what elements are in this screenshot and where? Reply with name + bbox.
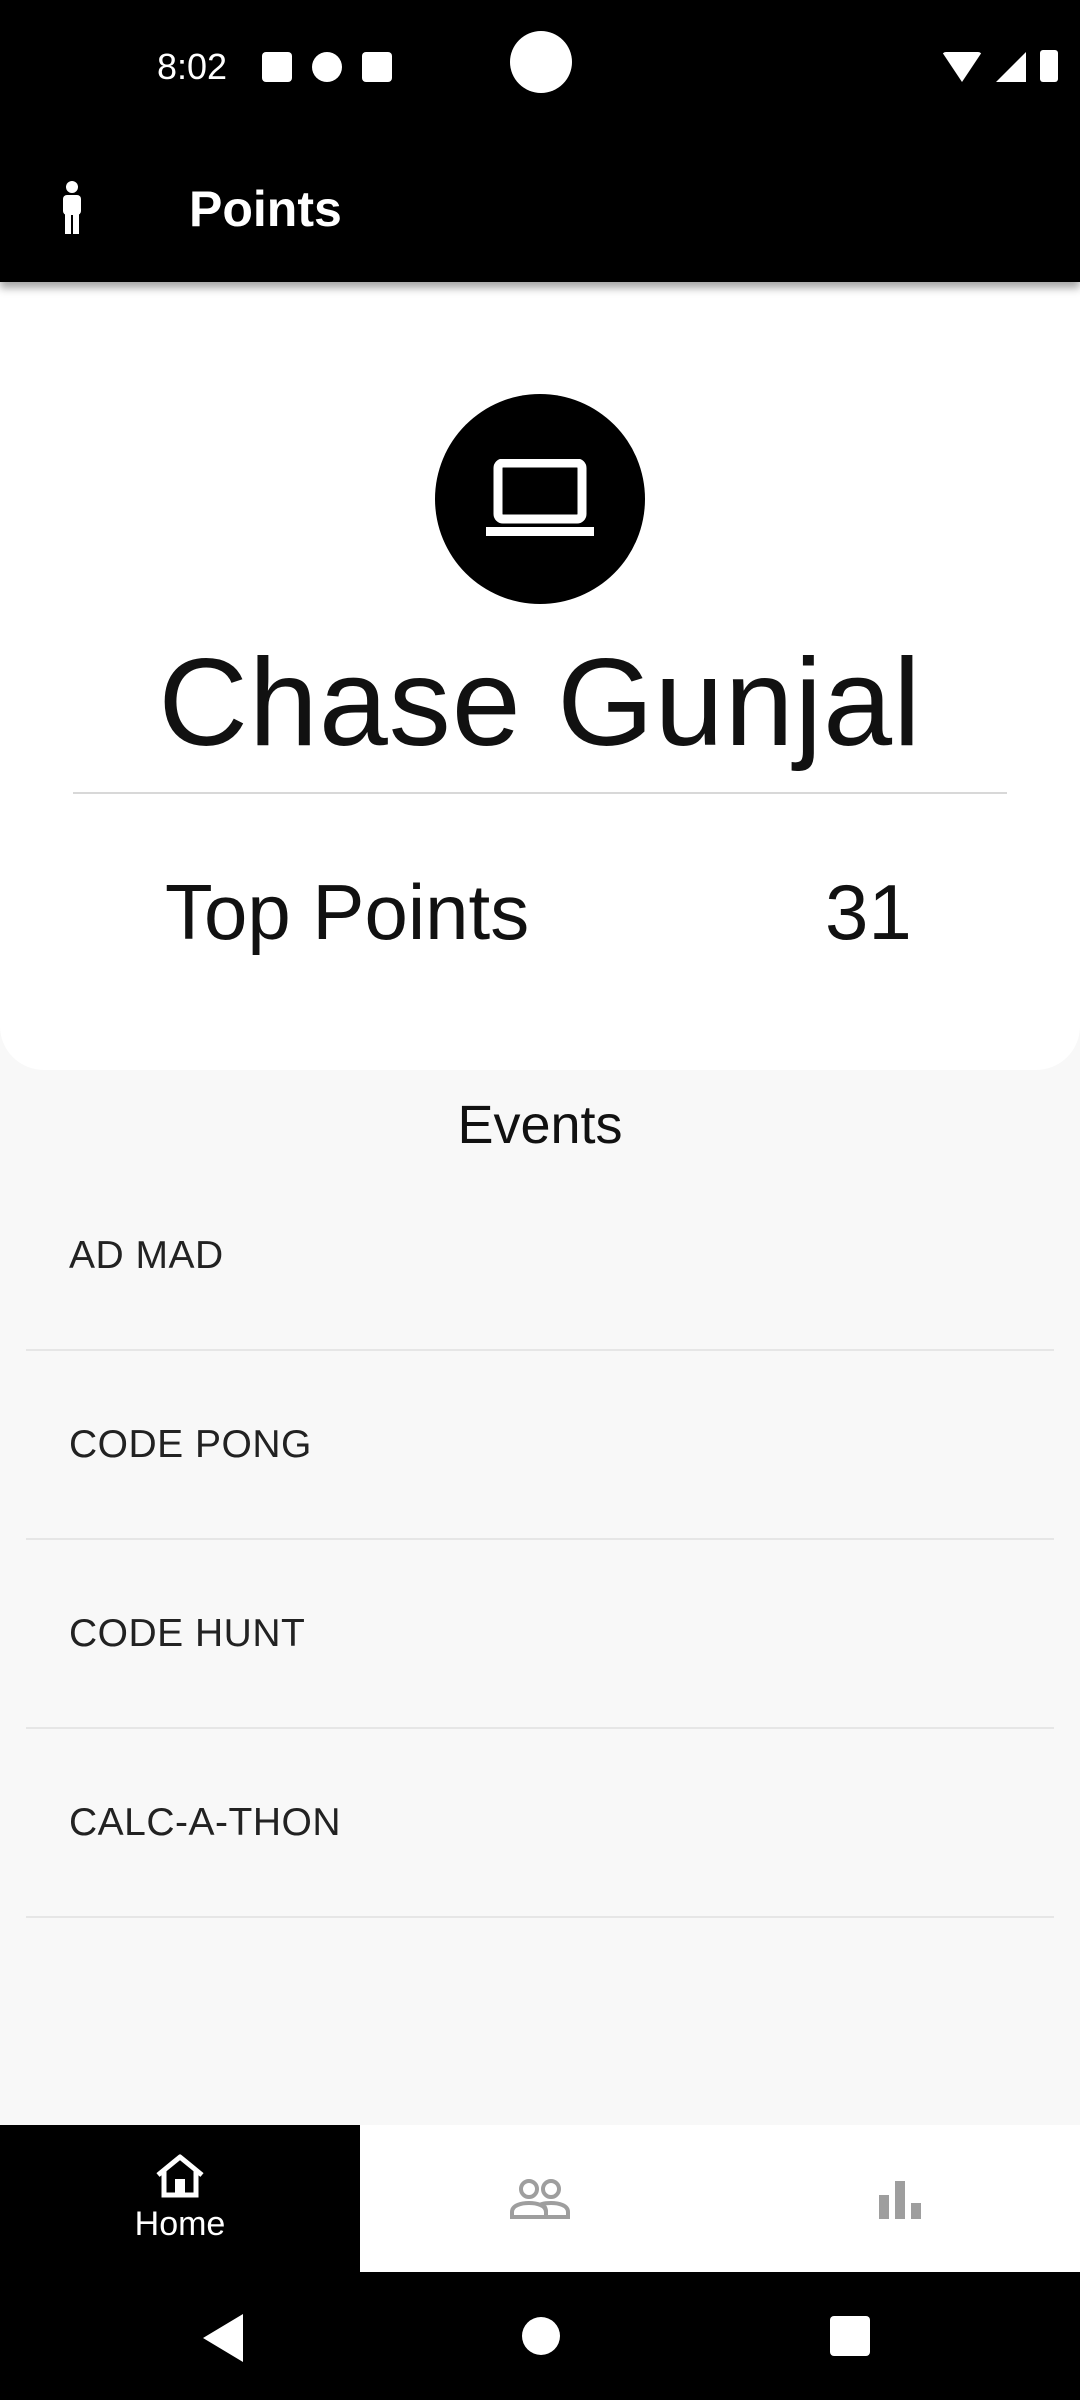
event-item-calc-a-thon[interactable]: CALC-A-THON	[26, 1729, 1054, 1918]
avatar	[435, 394, 645, 604]
keyboard-a-icon	[262, 52, 292, 82]
back-icon[interactable]	[203, 2314, 243, 2362]
divider	[73, 792, 1007, 794]
event-label: CODE HUNT	[69, 1611, 306, 1655]
top-points-label: Top Points	[165, 868, 530, 956]
page-title: Points	[189, 181, 342, 237]
recents-icon[interactable]	[830, 2316, 870, 2356]
laptop-icon	[486, 459, 594, 536]
nav-home[interactable]: Home	[0, 2125, 360, 2272]
nav-leaderboard[interactable]	[720, 2125, 1080, 2272]
event-item-ad-mad[interactable]: AD MAD	[26, 1162, 1054, 1351]
battery-icon	[1040, 50, 1058, 82]
nav-people[interactable]	[360, 2125, 720, 2272]
bottom-nav: Home	[0, 2125, 1080, 2272]
wifi-icon	[942, 52, 982, 82]
home-icon	[156, 2154, 204, 2198]
signal-icon	[996, 52, 1026, 82]
profile-card: Chase Gunjal Top Points 31	[0, 282, 1080, 1070]
camera-cutout	[510, 31, 572, 93]
bar-chart-icon	[879, 2180, 921, 2219]
event-label: AD MAD	[69, 1233, 224, 1277]
person-icon[interactable]	[56, 180, 88, 236]
sd-card-icon	[362, 52, 392, 82]
event-item-code-pong[interactable]: CODE PONG	[26, 1351, 1054, 1540]
privacy-dot-icon	[312, 52, 342, 82]
people-icon	[510, 2178, 570, 2219]
event-item-code-hunt[interactable]: CODE HUNT	[26, 1540, 1054, 1729]
status-time: 8:02	[157, 46, 228, 87]
event-label: CODE PONG	[69, 1422, 312, 1466]
nav-home-label: Home	[134, 2205, 226, 2243]
events-title: Events	[457, 1095, 623, 1155]
user-name: Chase Gunjal	[158, 634, 922, 772]
top-points-value: 31	[825, 868, 912, 956]
event-list: AD MAD CODE PONG CODE HUNT CALC-A-THON	[26, 1162, 1054, 1918]
notification-icons	[262, 52, 392, 82]
system-icons	[942, 50, 1058, 82]
system-nav-bar	[0, 2272, 1080, 2400]
home-circle-icon[interactable]	[522, 2317, 560, 2355]
status-bar: 8:02	[0, 0, 1080, 130]
event-label: CALC-A-THON	[69, 1800, 342, 1844]
main-content: Chase Gunjal Top Points 31 Events AD MAD…	[0, 282, 1080, 2125]
app-bar: Points	[0, 130, 1080, 282]
